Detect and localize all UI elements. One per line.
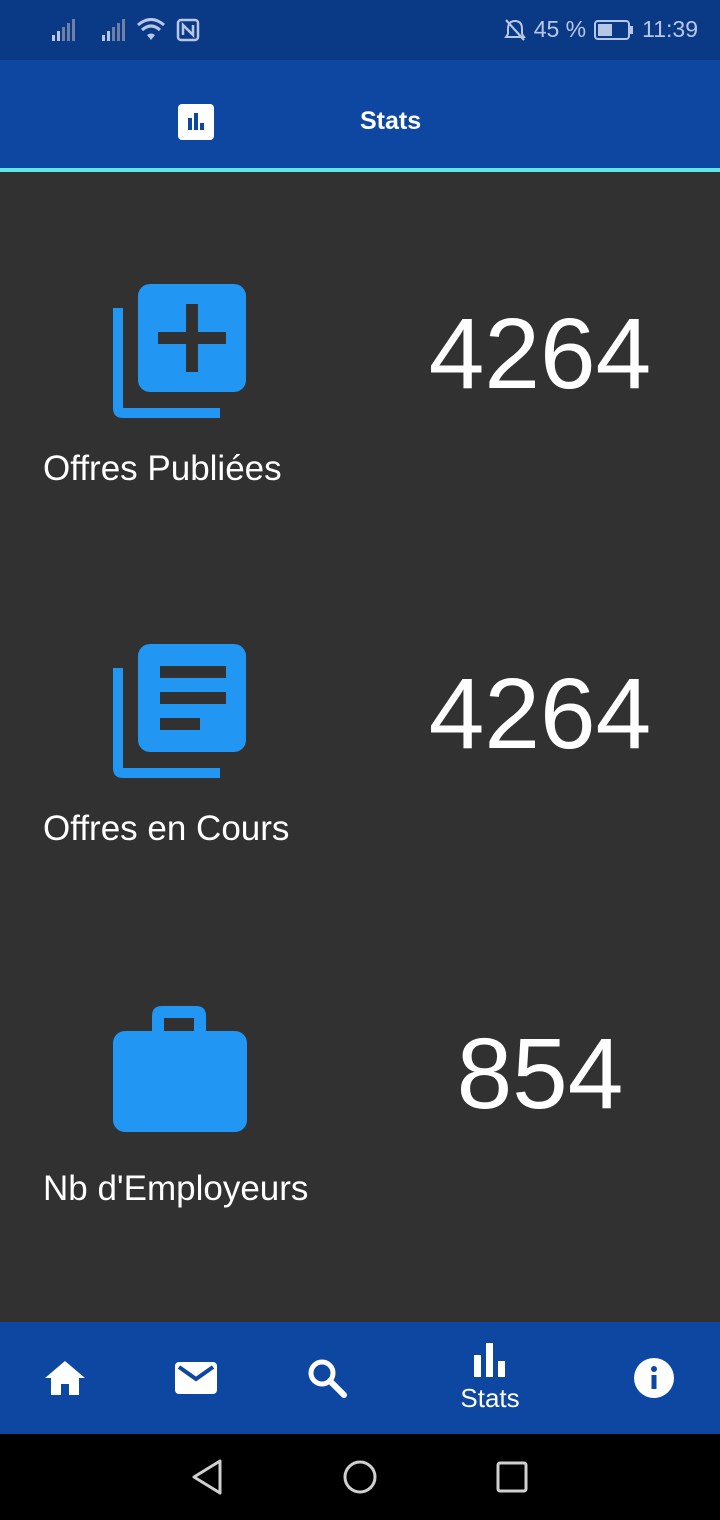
stat-label: Offres Publiées	[43, 449, 282, 488]
battery-icon	[594, 19, 634, 40]
home-circle-icon[interactable]	[342, 1458, 378, 1496]
clock: 11:39	[642, 16, 698, 42]
status-bar: 45 % 11:39	[0, 0, 720, 60]
briefcase-icon	[113, 1006, 247, 1132]
stat-value: 4264	[428, 658, 652, 770]
notifications-off-icon	[503, 18, 526, 41]
nav-mail[interactable]	[156, 1322, 236, 1434]
battery-percent: 45 %	[533, 16, 587, 42]
mail-icon	[175, 1362, 217, 1394]
bottom-navigation: Stats	[0, 1322, 720, 1434]
status-right-icons: 45 % 11:39	[503, 16, 698, 43]
home-icon	[45, 1361, 85, 1395]
status-left-icons	[50, 18, 200, 42]
signal-icon	[102, 19, 125, 41]
stat-offres-en-cours: 4264 Offres en Cours	[0, 644, 720, 944]
nav-home[interactable]	[25, 1322, 105, 1434]
nav-stats[interactable]: Stats	[440, 1322, 540, 1434]
library-books-icon	[113, 644, 246, 778]
stat-label: Offres en Cours	[43, 809, 290, 848]
tab-indicator	[0, 168, 720, 172]
signal-icon	[52, 19, 75, 41]
info-icon	[634, 1358, 674, 1398]
stat-offres-publiees: 4264 Offres Publiées	[0, 284, 720, 584]
page-title: Stats	[360, 107, 422, 135]
app-bar: Stats	[0, 60, 720, 168]
library-add-icon	[113, 284, 246, 418]
bar-chart-icon[interactable]	[178, 104, 214, 140]
search-icon	[308, 1359, 347, 1398]
nav-info[interactable]	[614, 1322, 694, 1434]
stat-value: 854	[456, 1018, 624, 1130]
system-navigation-bar	[0, 1434, 720, 1520]
nav-search[interactable]	[287, 1322, 367, 1434]
nav-stats-label: Stats	[460, 1382, 520, 1413]
bar-chart-icon	[474, 1342, 505, 1377]
stat-nb-employeurs: 854 Nb d'Employeurs	[0, 1004, 720, 1304]
nfc-icon	[176, 18, 200, 42]
stat-label: Nb d'Employeurs	[43, 1169, 309, 1208]
wifi-icon	[137, 18, 165, 40]
stat-value: 4264	[428, 298, 652, 410]
back-icon[interactable]	[190, 1458, 224, 1496]
recents-square-icon[interactable]	[496, 1458, 528, 1496]
